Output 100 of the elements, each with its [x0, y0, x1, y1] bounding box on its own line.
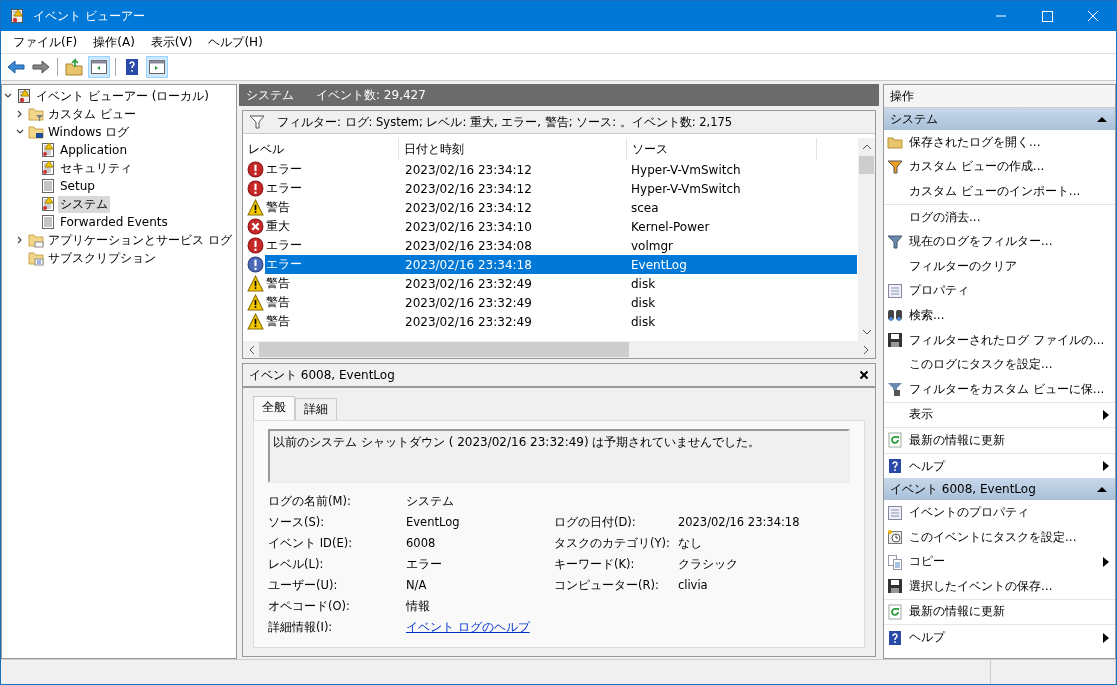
action-label: 選択したイベントの保存...	[909, 577, 1053, 595]
tree-item[interactable]: サブスクリプション	[46, 249, 158, 267]
vertical-scrollbar[interactable]	[858, 138, 875, 341]
tree-item[interactable]: アプリケーションとサービス ログ	[46, 231, 234, 249]
event-viewer-icon	[9, 8, 25, 24]
error-icon	[247, 161, 264, 178]
section-header[interactable]: システム	[884, 108, 1115, 130]
horizontal-scrollbar[interactable]	[243, 341, 875, 358]
table-cell-text: 2023/02/16 23:34:08	[404, 238, 533, 253]
event-row[interactable]: 警告 2023/02/16 23:34:12 scea	[265, 198, 857, 217]
tree-item[interactable]: カスタム ビュー	[46, 105, 138, 123]
column-header[interactable]: 日付と時刻	[399, 138, 627, 160]
tab[interactable]: 詳細	[295, 398, 337, 420]
menu-item[interactable]: ファイル(F)	[5, 33, 86, 51]
tree-item[interactable]: セキュリティ	[58, 159, 134, 177]
scroll-up-icon[interactable]	[861, 144, 872, 150]
action-row[interactable]: このログにタスクを設定...	[884, 352, 1115, 377]
action-row[interactable]: ログの消去...	[884, 204, 1115, 230]
filter-icon	[887, 233, 903, 250]
event-row[interactable]: 警告 2023/02/16 23:32:49 disk	[265, 293, 857, 312]
tab[interactable]: 全般	[253, 396, 295, 420]
table-cell-text: 重大	[265, 218, 291, 235]
tree-item[interactable]: Windows ログ	[46, 123, 132, 141]
action-row[interactable]: 最新の情報に更新	[884, 428, 1115, 454]
filter-icon	[887, 158, 903, 175]
field-label: ログの日付(D):	[554, 514, 637, 531]
pane-toggle-button[interactable]	[146, 56, 168, 78]
event-row[interactable]: 警告 2023/02/16 23:32:49 disk	[265, 274, 857, 293]
field-label: イベント ID(E):	[268, 535, 354, 552]
up-folder-button[interactable]	[63, 56, 85, 78]
tree-item[interactable]: Application	[58, 143, 130, 157]
scrollbar-thumb[interactable]	[259, 342, 629, 357]
window-title: イベント ビューアー	[33, 7, 146, 25]
field-label: ユーザー(U):	[268, 577, 339, 594]
collapse-icon[interactable]	[1097, 116, 1107, 122]
scroll-right-icon[interactable]	[863, 344, 869, 355]
event-row[interactable]: 警告 2023/02/16 23:32:49 disk	[265, 312, 857, 331]
action-label: 最新の情報に更新	[909, 431, 1005, 449]
action-row[interactable]: 検索...	[884, 303, 1115, 328]
table-cell-text: 警告	[265, 313, 291, 330]
action-label: 表示	[909, 406, 933, 424]
action-row[interactable]: フィルターのクリア	[884, 253, 1115, 279]
actions-title: 操作	[890, 87, 914, 105]
event-count: イベント数: 29,427	[316, 86, 426, 104]
action-row[interactable]: 最新の情報に更新	[884, 599, 1115, 626]
event-row[interactable]: エラー 2023/02/16 23:34:18 EventLog	[265, 255, 857, 274]
action-row[interactable]: カスタム ビューのインポート...	[884, 179, 1115, 205]
field-label: コンピューター(R):	[554, 577, 660, 594]
column-header[interactable]: レベル	[243, 138, 399, 160]
menu-item[interactable]: ヘルプ(H)	[200, 33, 271, 51]
close-icon[interactable]	[859, 370, 869, 380]
pane-toggle-button[interactable]	[88, 56, 110, 78]
action-label: プロパティ	[909, 282, 969, 300]
action-row[interactable]: イベントのプロパティ	[884, 500, 1115, 525]
log-icon	[40, 142, 56, 158]
table-cell-text: 2023/02/16 23:34:12	[404, 181, 533, 196]
action-row[interactable]: 選択したイベントの保存...	[884, 574, 1115, 600]
action-row[interactable]: 保存されたログを開く...	[884, 130, 1115, 155]
help-link[interactable]: イベント ログのヘルプ	[406, 620, 530, 634]
event-row[interactable]: エラー 2023/02/16 23:34:08 volmgr	[265, 236, 857, 255]
action-row[interactable]: フィルターをカスタム ビューに保...	[884, 376, 1115, 403]
menu-item[interactable]: 操作(A)	[85, 33, 143, 51]
scrollbar-thumb[interactable]	[859, 156, 874, 174]
action-row[interactable]: 表示	[884, 402, 1115, 429]
event-row[interactable]: エラー 2023/02/16 23:34:12 Hyper-V-VmSwitch	[265, 179, 857, 198]
action-row[interactable]: フィルターされたログ ファイルの...	[884, 327, 1115, 353]
action-row[interactable]: このイベントにタスクを設定...	[884, 524, 1115, 550]
scroll-left-icon[interactable]	[249, 344, 255, 355]
column-header[interactable]: ソース	[627, 138, 817, 160]
table-cell-text: エラー	[265, 180, 303, 197]
menu-item[interactable]: 表示(V)	[142, 33, 201, 51]
table-cell-text: 警告	[265, 199, 291, 216]
refresh-icon	[887, 432, 903, 449]
table-cell-text: disk	[630, 314, 656, 329]
action-label: コピー	[909, 553, 945, 571]
tree-item[interactable]: システム	[58, 195, 110, 213]
action-row[interactable]: ヘルプ	[884, 453, 1115, 479]
section-title: イベント 6008, EventLog	[890, 480, 1036, 498]
action-row[interactable]: プロパティ	[884, 278, 1115, 304]
table-cell-text: エラー	[265, 256, 303, 273]
action-label: カスタム ビューの作成...	[909, 158, 1045, 176]
collapse-icon[interactable]	[1097, 486, 1107, 493]
action-row[interactable]: カスタム ビューの作成...	[884, 154, 1115, 180]
tree-item[interactable]: Forwarded Events	[58, 215, 170, 229]
action-row[interactable]: コピー	[884, 549, 1115, 575]
action-row[interactable]: 現在のログをフィルター...	[884, 229, 1115, 254]
field-label: タスクのカテゴリ(Y):	[554, 535, 670, 552]
binoculars-icon	[887, 307, 903, 324]
field-value: clivia	[677, 577, 709, 594]
section-header[interactable]: イベント 6008, EventLog	[884, 478, 1115, 501]
event-row[interactable]: 重大 2023/02/16 23:34:10 Kernel-Power	[265, 217, 857, 236]
tree-item[interactable]: イベント ビューアー (ローカル)	[34, 87, 211, 105]
scroll-down-icon[interactable]	[861, 329, 872, 335]
folder-icon	[28, 250, 44, 266]
action-label: フィルターのクリア	[909, 257, 1017, 275]
field-label: オペコード(O):	[268, 598, 351, 615]
action-row[interactable]: ヘルプ	[884, 625, 1115, 650]
folder-icon	[28, 106, 44, 122]
tree-item[interactable]: Setup	[58, 179, 97, 193]
event-row[interactable]: エラー 2023/02/16 23:34:12 Hyper-V-VmSwitch	[265, 160, 857, 179]
